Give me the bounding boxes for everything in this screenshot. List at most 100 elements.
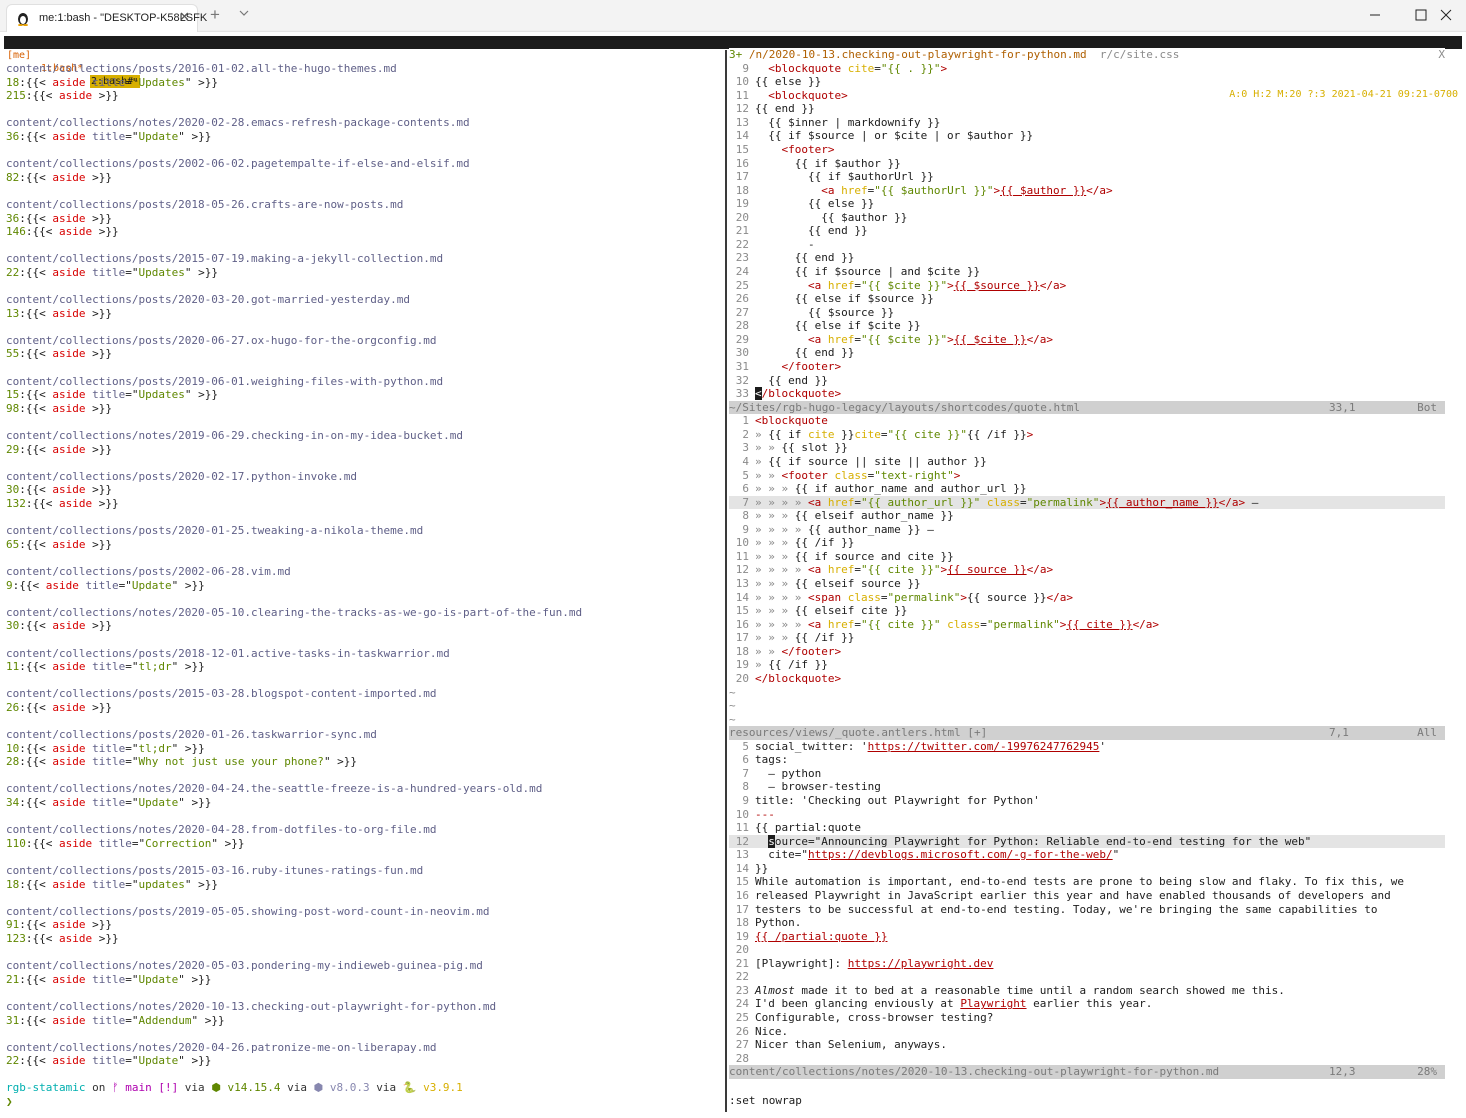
line-content[interactable]: <a href="{{ $cite }}">{{ $cite }}</a> [755, 333, 1053, 346]
line-content[interactable]: {{ if $author }} [755, 157, 901, 170]
result-match-line[interactable]: 11:{{< aside title="tl;dr" >}} [6, 660, 722, 674]
result-file-path[interactable]: content/collections/posts/2020-06-27.ox-… [6, 334, 722, 348]
vim-line[interactable]: 7 » » » » <a href="{{ author_url }}" clas… [729, 495, 1445, 510]
line-content[interactable]: {{ end }} [755, 251, 855, 264]
vim-line[interactable]: 8 – browser-testing [729, 780, 1445, 794]
search-result[interactable]: content/collections/notes/2020-04-26.pat… [6, 1041, 722, 1068]
line-content[interactable]: title: 'Checking out Playwright for Pyth… [755, 794, 1040, 807]
vim-line[interactable]: 25 <a href="{{ $cite }}">{{ $source }}</… [729, 279, 1445, 293]
result-match-line[interactable]: 65:{{< aside >}} [6, 538, 722, 552]
vim-line[interactable]: 12 » » » » <a href="{{ cite }}">{{ source… [729, 563, 1445, 577]
line-content[interactable]: </footer> [755, 360, 842, 373]
result-match-line[interactable]: 22:{{< aside title="Update" >}} [6, 1054, 722, 1068]
line-content[interactable]: » » » {{ /if }} [755, 631, 854, 644]
vim-line[interactable]: 10 » » » {{ /if }} [729, 536, 1445, 550]
search-result[interactable]: content/collections/posts/2020-01-25.twe… [6, 524, 722, 551]
search-result[interactable]: content/collections/notes/2020-04-28.fro… [6, 823, 722, 850]
line-content[interactable]: {{ /partial:quote }} [755, 930, 887, 943]
line-content[interactable]: <blockquote> [755, 89, 847, 102]
search-result[interactable]: content/collections/notes/2020-05-10.cle… [6, 606, 722, 633]
line-content[interactable]: I'd been glancing enviously at Playwrigh… [755, 997, 1152, 1010]
result-file-path[interactable]: content/collections/posts/2016-01-02.all… [6, 62, 722, 76]
result-match-line[interactable]: 34:{{< aside title="Update" >}} [6, 796, 722, 810]
line-content[interactable]: {{ $source }} [755, 306, 894, 319]
vim-line[interactable]: 23 {{ end }} [729, 251, 1445, 265]
tab-close-icon[interactable]: ✕ [179, 9, 190, 25]
search-result[interactable]: content/collections/posts/2018-05-26.cra… [6, 198, 722, 239]
result-match-line[interactable]: 36:{{< aside >}} [6, 212, 722, 226]
search-result[interactable]: content/collections/posts/2019-05-05.sho… [6, 905, 722, 946]
line-content[interactable]: {{ else if $cite }} [755, 319, 921, 332]
search-result[interactable]: content/collections/posts/2015-07-19.mak… [6, 252, 722, 279]
vim-line[interactable]: 14 {{ if $source | or $cite | or $author… [729, 129, 1445, 143]
vim-window-quote-html[interactable]: 9 <blockquote cite="{{ . }}"> 10{{ else }… [729, 62, 1445, 401]
vim-line[interactable]: 31 </footer> [729, 360, 1445, 374]
line-content[interactable]: cite="https://devblogs.microsoft.com/-g-… [755, 848, 1119, 861]
result-match-line[interactable]: 15:{{< aside title="Updates" >}} [6, 388, 722, 402]
vim-line[interactable]: 8 » » » {{ elseif author_name }} [729, 509, 1445, 523]
search-result[interactable]: content/collections/notes/2019-06-29.che… [6, 429, 722, 456]
search-result[interactable]: content/collections/posts/2016-01-02.all… [6, 62, 722, 103]
search-result[interactable]: content/collections/posts/2002-06-28.vim… [6, 565, 722, 592]
line-content[interactable]: {{ else }} [755, 75, 821, 88]
search-result[interactable]: content/collections/posts/2018-12-01.act… [6, 647, 722, 674]
result-file-path[interactable]: content/collections/posts/2018-12-01.act… [6, 647, 722, 661]
result-file-path[interactable]: content/collections/notes/2019-06-29.che… [6, 429, 722, 443]
vim-line[interactable]: 9 title: 'Checking out Playwright for Pyt… [729, 794, 1445, 808]
chevron-down-icon[interactable] [238, 7, 250, 19]
vim-line[interactable]: 5 social_twitter: 'https://twitter.com/-1… [729, 740, 1445, 754]
line-content[interactable]: » {{ /if }} [755, 658, 828, 671]
line-content[interactable]: released Playwright in JavaScript earlie… [755, 889, 1391, 902]
vim-line[interactable]: 19 » {{ /if }} [729, 658, 1445, 672]
vim-line[interactable]: 11 {{ partial:quote [729, 821, 1445, 835]
vim-line[interactable]: 17 {{ if $authorUrl }} [729, 170, 1445, 184]
line-content[interactable]: Configurable, cross-browser testing? [755, 1011, 993, 1024]
line-content[interactable]: While automation is important, end-to-en… [755, 875, 1404, 888]
line-content[interactable]: {{ $author }} [755, 211, 907, 224]
pane-divider[interactable] [725, 50, 727, 1112]
result-match-line[interactable]: 13:{{< aside >}} [6, 307, 722, 321]
result-file-path[interactable]: content/collections/posts/2018-05-26.cra… [6, 198, 722, 212]
line-content[interactable]: » {{ if source || site || author }} [755, 455, 987, 468]
line-content[interactable]: » » » {{ /if }} [755, 536, 854, 549]
vim-line[interactable]: 22 - [729, 238, 1445, 252]
vim-window-playwright-note[interactable]: 5 social_twitter: 'https://twitter.com/-1… [729, 740, 1445, 1066]
new-tab-button[interactable]: + [210, 5, 220, 25]
vim-line[interactable]: 24 {{ if $source | and $cite }} [729, 265, 1445, 279]
vim-tab-inactive[interactable]: r/c/site.css [1100, 48, 1179, 61]
result-match-line[interactable]: 28:{{< aside title="Why not just use you… [6, 755, 722, 769]
result-match-line[interactable]: 29:{{< aside >}} [6, 443, 722, 457]
line-content[interactable]: {{ end }} [755, 102, 815, 115]
line-content[interactable]: {{ end }} [755, 346, 855, 359]
search-result[interactable]: content/collections/posts/2002-06-02.pag… [6, 157, 722, 184]
line-content[interactable]: – browser-testing [755, 780, 881, 793]
vim-line[interactable]: 25 Configurable, cross-browser testing? [729, 1011, 1445, 1025]
result-match-line[interactable]: 30:{{< aside >}} [6, 619, 722, 633]
result-file-path[interactable]: content/collections/notes/2020-05-10.cle… [6, 606, 722, 620]
line-content[interactable]: » » » {{ if author_name and author_url }… [755, 482, 1027, 495]
line-content[interactable]: » » » » <span class="permalink">{{ sourc… [755, 591, 1073, 604]
search-result[interactable]: content/collections/posts/2015-03-16.rub… [6, 864, 722, 891]
line-content[interactable]: <blockquote [755, 414, 828, 427]
line-content[interactable]: » » » » <a href="{{ author_url }}" class… [755, 496, 1258, 509]
vim-line[interactable]: 15 <footer> [729, 143, 1445, 157]
result-match-line[interactable]: 123:{{< aside >}} [6, 932, 722, 946]
vim-line[interactable]: 16 released Playwright in JavaScript earl… [729, 889, 1445, 903]
vim-line[interactable]: 30 {{ end }} [729, 346, 1445, 360]
search-results-pane[interactable]: content/collections/posts/2016-01-02.all… [6, 62, 722, 1112]
line-content[interactable]: <blockquote cite="{{ . }}"> [755, 62, 947, 75]
result-file-path[interactable]: content/collections/notes/2020-02-28.ema… [6, 116, 722, 130]
vim-line[interactable]: 21 {{ end }} [729, 224, 1445, 238]
vim-line[interactable]: 18 » » </footer> [729, 645, 1445, 659]
vim-line[interactable]: 12 source="Announcing Playwright for Pyt… [729, 834, 1445, 849]
search-result[interactable]: content/collections/posts/2020-06-27.ox-… [6, 334, 722, 361]
search-result[interactable]: content/collections/notes/2020-05-03.pon… [6, 959, 722, 986]
line-content[interactable]: Nice. [755, 1025, 788, 1038]
vim-line[interactable]: 3 » » {{ slot }} [729, 441, 1445, 455]
result-match-line[interactable]: 26:{{< aside >}} [6, 701, 722, 715]
vim-line[interactable]: 12 {{ end }} [729, 102, 1445, 116]
vim-tab-active[interactable]: /n/2020-10-13.checking-out-playwright-fo… [749, 48, 1087, 61]
line-content[interactable]: » » » {{ elseif source }} [755, 577, 921, 590]
line-content[interactable]: {{ end }} [755, 224, 868, 237]
search-result[interactable]: content/collections/posts/2020-02-17.pyt… [6, 470, 722, 511]
